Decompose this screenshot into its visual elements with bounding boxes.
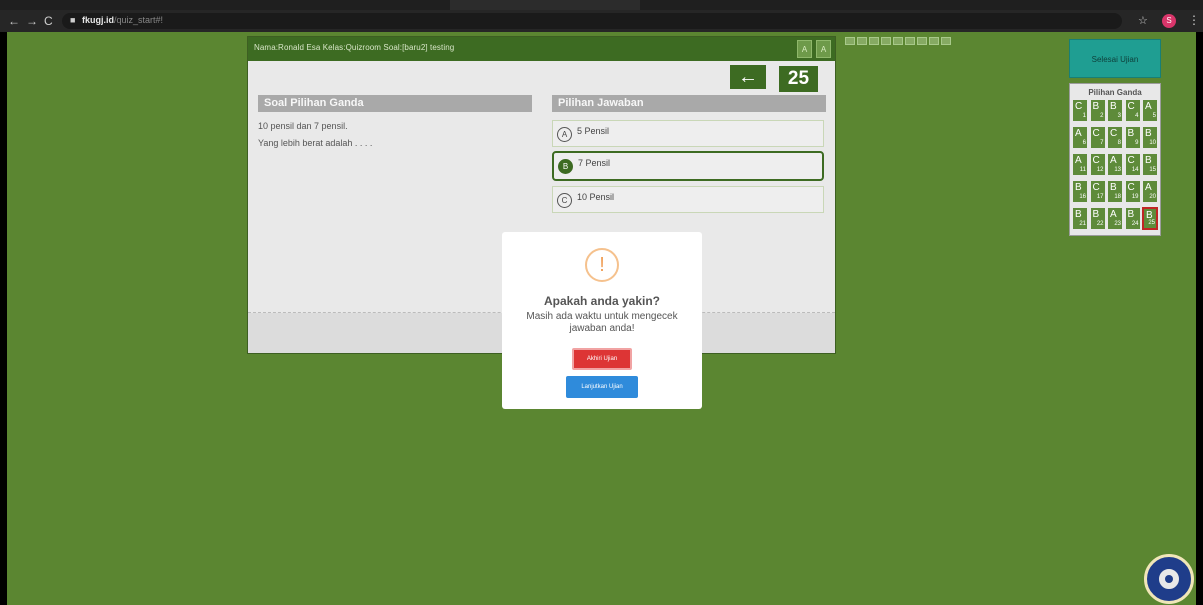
dialog-title: Apakah anda yakin? xyxy=(543,294,661,308)
profile-avatar[interactable]: S xyxy=(1162,14,1176,28)
warning-icon: ! xyxy=(585,248,619,282)
browser-menu-icon[interactable]: ⋮ xyxy=(1188,13,1200,27)
institution-logo xyxy=(1144,554,1194,604)
url-domain: fkugj.id xyxy=(82,15,114,25)
quiz-page: Nama:Ronald Esa Kelas:Quizroom Soal:[bar… xyxy=(7,32,1196,605)
back-arrow-icon[interactable]: ← xyxy=(8,13,20,29)
bookmark-star-icon[interactable]: ☆ xyxy=(1138,14,1148,27)
address-bar: ← → C ■ fkugj.id/quiz_start#! ☆ S ⋮ xyxy=(0,10,1203,32)
lock-icon: ■ xyxy=(70,15,76,25)
confirm-dialog: ! Apakah anda yakin? Masih ada waktu unt… xyxy=(502,232,702,409)
forward-arrow-icon[interactable]: → xyxy=(26,13,38,29)
continue-exam-button[interactable]: Lanjutkan Ujian xyxy=(566,376,638,398)
reload-icon[interactable]: C xyxy=(44,13,53,29)
tab-strip xyxy=(0,0,1203,10)
end-exam-button[interactable]: Akhiri Ujian xyxy=(572,348,632,370)
active-tab[interactable] xyxy=(450,0,640,10)
url-path: /quiz_start#! xyxy=(114,15,164,25)
url-box[interactable] xyxy=(62,13,1122,29)
logo-inner xyxy=(1157,567,1181,591)
url-text[interactable]: fkugj.id/quiz_start#! xyxy=(82,15,163,25)
dialog-message: Masih ada waktu untuk mengecek jawaban a… xyxy=(526,311,678,334)
logo-core xyxy=(1165,575,1173,583)
